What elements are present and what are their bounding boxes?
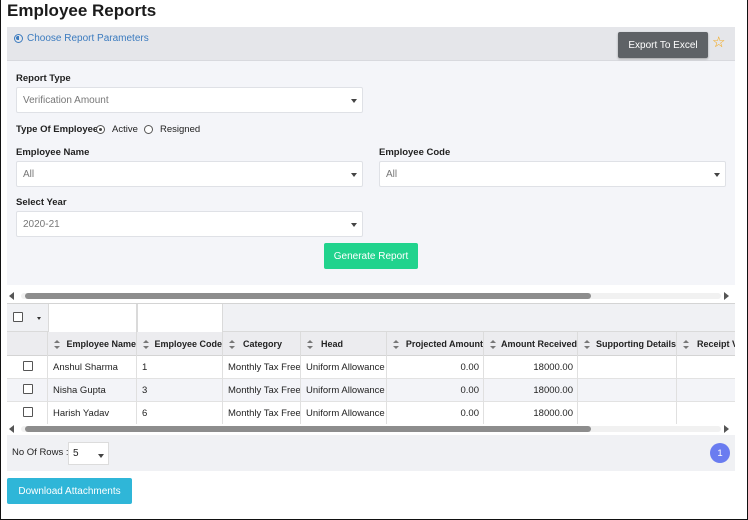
scroll-left-icon[interactable]: [9, 425, 14, 433]
header-head[interactable]: Head: [301, 332, 387, 356]
cell-employee-code: 1: [137, 356, 223, 379]
export-to-excel-button[interactable]: Export To Excel: [618, 32, 708, 58]
filter-employee-name[interactable]: [48, 304, 137, 332]
sort-icon: [584, 339, 590, 349]
table-row[interactable]: Anshul Sharma 1 Monthly Tax Free Uniform…: [7, 356, 735, 379]
chevron-down-icon: [351, 99, 357, 103]
cell-receipt: [677, 402, 735, 424]
employee-code-value: All: [386, 168, 398, 180]
header-category[interactable]: Category: [223, 332, 301, 356]
cell-head: Uniform Allowance: [301, 356, 387, 379]
pagination-bar: No Of Rows : 5 1: [7, 435, 735, 471]
row-checkbox[interactable]: [23, 407, 33, 417]
radio-resigned-label: Resigned: [160, 124, 201, 135]
scroll-thumb[interactable]: [25, 293, 591, 299]
report-type-select[interactable]: Verification Amount: [16, 87, 363, 113]
choose-parameters-link[interactable]: Choose Report Parameters: [14, 33, 149, 44]
cell-receipt: [677, 356, 735, 379]
header-supporting-details[interactable]: Supporting Details: [578, 332, 677, 356]
rows-per-page-select[interactable]: 5: [68, 442, 109, 465]
sort-icon: [393, 339, 399, 349]
row-checkbox[interactable]: [23, 384, 33, 394]
app-frame: Employee Reports Choose Report Parameter…: [0, 0, 748, 520]
chevron-down-icon: [351, 223, 357, 227]
page-title: Employee Reports: [7, 1, 157, 20]
cell-supporting-details: [578, 379, 677, 402]
header-employee-name[interactable]: Employee Name: [48, 332, 137, 356]
download-attachments-button[interactable]: Download Attachments: [7, 478, 132, 504]
cell-head: Uniform Allowance: [301, 402, 387, 424]
cell-category: Monthly Tax Free: [223, 356, 301, 379]
rows-per-page-label: No Of Rows :: [12, 447, 69, 458]
header-select: [7, 332, 48, 356]
employee-code-select[interactable]: All: [379, 161, 726, 187]
table-header: Employee Name Employee Code Category Hea…: [7, 332, 735, 356]
sort-icon: [229, 339, 235, 349]
table-horizontal-scrollbar[interactable]: [7, 423, 735, 435]
employee-name-label: Employee Name: [16, 147, 90, 158]
chevron-down-icon: [98, 454, 104, 458]
select-options-caret-icon[interactable]: [37, 317, 41, 320]
header-receipt[interactable]: Receipt V: [677, 332, 735, 356]
table-row[interactable]: Nisha Gupta 3 Monthly Tax Free Uniform A…: [7, 379, 735, 402]
row-checkbox[interactable]: [23, 361, 33, 371]
select-year-select[interactable]: 2020-21: [16, 211, 363, 237]
chevron-down-icon: [351, 173, 357, 177]
cell-employee-name: Harish Yadav: [48, 402, 137, 424]
sort-icon: [490, 339, 496, 349]
page-1-button[interactable]: 1: [710, 443, 730, 463]
table-row[interactable]: Harish Yadav 6 Monthly Tax Free Uniform …: [7, 402, 735, 424]
cell-receipt: [677, 379, 735, 402]
cell-supporting-details: [578, 356, 677, 379]
select-year-value: 2020-21: [23, 218, 60, 230]
employee-name-value: All: [23, 168, 35, 180]
cell-supporting-details: [578, 402, 677, 424]
top-horizontal-scrollbar[interactable]: [7, 290, 735, 302]
sort-icon: [54, 339, 61, 349]
report-type-value: Verification Amount: [23, 94, 109, 106]
sort-icon: [307, 339, 313, 349]
cell-amount-received: 18000.00: [484, 356, 578, 379]
header-projected-amount[interactable]: Projected Amount: [387, 332, 484, 356]
filter-employee-code[interactable]: [137, 304, 223, 332]
report-table: Employee Name Employee Code Category Hea…: [7, 303, 735, 424]
type-of-employees-label: Type Of Employees: [16, 124, 104, 135]
scroll-right-icon[interactable]: [724, 292, 729, 300]
cell-category: Monthly Tax Free: [223, 402, 301, 424]
half-circle-icon: [14, 34, 23, 43]
scroll-thumb[interactable]: [25, 426, 591, 432]
choose-parameters-label: Choose Report Parameters: [27, 33, 149, 44]
header-amount-received[interactable]: Amount Received: [484, 332, 578, 356]
cell-employee-name: Nisha Gupta: [48, 379, 137, 402]
cell-category: Monthly Tax Free: [223, 379, 301, 402]
select-year-label: Select Year: [16, 197, 67, 208]
radio-active-label: Active: [112, 124, 138, 135]
chevron-down-icon: [714, 173, 720, 177]
report-type-label: Report Type: [16, 73, 71, 84]
cell-employee-name: Anshul Sharma: [48, 356, 137, 379]
cell-projected-amount: 0.00: [387, 356, 484, 379]
scroll-left-icon[interactable]: [9, 292, 14, 300]
cell-employee-code: 6: [137, 402, 223, 424]
sort-icon: [143, 339, 150, 349]
employee-name-select[interactable]: All: [16, 161, 363, 187]
radio-active[interactable]: [96, 125, 105, 134]
table-filter-row: [7, 304, 735, 332]
cell-head: Uniform Allowance: [301, 379, 387, 402]
scroll-right-icon[interactable]: [724, 425, 729, 433]
cell-amount-received: 18000.00: [484, 402, 578, 424]
star-icon[interactable]: ☆: [712, 33, 725, 51]
cell-projected-amount: 0.00: [387, 379, 484, 402]
cell-projected-amount: 0.00: [387, 402, 484, 424]
select-all-checkbox[interactable]: [13, 312, 23, 322]
header-employee-code[interactable]: Employee Code: [137, 332, 223, 356]
generate-report-button[interactable]: Generate Report: [324, 243, 418, 269]
cell-amount-received: 18000.00: [484, 379, 578, 402]
rows-per-page-value: 5: [73, 448, 79, 459]
cell-employee-code: 3: [137, 379, 223, 402]
radio-resigned[interactable]: [144, 125, 153, 134]
sort-icon: [683, 339, 689, 349]
employee-code-label: Employee Code: [379, 147, 451, 158]
